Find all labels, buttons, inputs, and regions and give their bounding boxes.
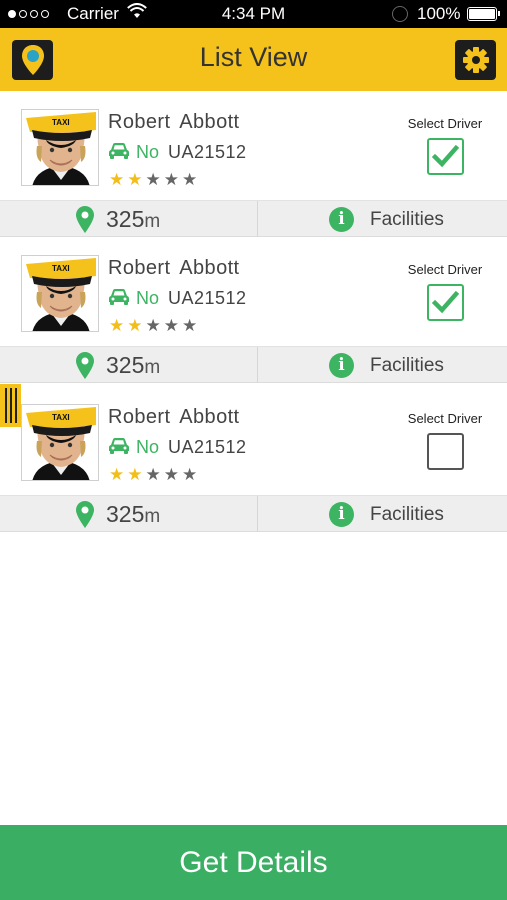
star-icon: ★ bbox=[127, 465, 143, 484]
page-title: List View bbox=[199, 42, 308, 72]
gear-icon bbox=[462, 47, 489, 73]
star-icon: ★ bbox=[145, 316, 161, 335]
distance-unit: m bbox=[144, 357, 161, 378]
checkmark-icon bbox=[432, 144, 459, 168]
select-driver-checkbox[interactable] bbox=[427, 433, 464, 470]
license-plate: UA21512 bbox=[168, 288, 247, 308]
driver-rating: ★ ★ ★ ★ ★ bbox=[109, 171, 197, 188]
distance-value: 325m bbox=[106, 501, 161, 527]
distance-unit: m bbox=[144, 211, 161, 232]
car-icon bbox=[108, 437, 130, 460]
driver-card: TAXI Robert Abbott No UA21512 ★ ★ ★ ★ ★ Sele… bbox=[0, 386, 507, 532]
orientation-lock-icon bbox=[392, 6, 408, 22]
select-driver-label: Select Driver bbox=[407, 116, 483, 131]
driver-photo: TAXI bbox=[21, 109, 99, 186]
battery-percent: 100% bbox=[417, 4, 461, 23]
info-icon[interactable]: i bbox=[329, 502, 354, 527]
star-icon: ★ bbox=[109, 465, 125, 484]
star-icon: ★ bbox=[163, 465, 179, 484]
location-pin-icon bbox=[76, 206, 94, 238]
get-details-button[interactable]: Get Details bbox=[0, 825, 507, 900]
driver-photo: TAXI bbox=[21, 404, 99, 481]
star-icon: ★ bbox=[182, 465, 198, 484]
facilities-link[interactable]: Facilities bbox=[370, 355, 444, 377]
divider bbox=[257, 201, 258, 237]
distance-unit: m bbox=[144, 506, 161, 527]
facilities-link[interactable]: Facilities bbox=[370, 504, 444, 526]
star-icon: ★ bbox=[163, 170, 179, 189]
star-icon: ★ bbox=[182, 170, 198, 189]
availability-status: No bbox=[136, 288, 160, 308]
star-icon: ★ bbox=[145, 465, 161, 484]
license-plate: UA21512 bbox=[168, 437, 247, 457]
star-icon: ★ bbox=[127, 316, 143, 335]
driver-name: Robert Abbott bbox=[108, 111, 240, 133]
info-icon[interactable]: i bbox=[329, 353, 354, 378]
star-icon: ★ bbox=[109, 170, 125, 189]
distance-value: 325m bbox=[106, 352, 161, 378]
license-plate: UA21512 bbox=[168, 142, 247, 162]
star-icon: ★ bbox=[163, 316, 179, 335]
star-icon: ★ bbox=[127, 170, 143, 189]
cap-label: TAXI bbox=[52, 118, 70, 127]
driver-photo: TAXI bbox=[21, 255, 99, 332]
location-pin-icon bbox=[76, 352, 94, 384]
select-driver-checkbox[interactable] bbox=[427, 138, 464, 175]
driver-card: TAXI Robert Abbott No UA21512 ★ ★ ★ ★ ★ Sele… bbox=[0, 91, 507, 237]
driver-info-bar: 325m i Facilities bbox=[0, 200, 507, 237]
driver-rating: ★ ★ ★ ★ ★ bbox=[109, 317, 197, 334]
distance-value: 325m bbox=[106, 206, 161, 232]
cap-label: TAXI bbox=[52, 264, 70, 273]
battery-icon bbox=[467, 7, 500, 21]
app-header: List View bbox=[0, 28, 507, 91]
select-driver-checkbox[interactable] bbox=[427, 284, 464, 321]
driver-card: TAXI Robert Abbott No UA21512 ★ ★ ★ ★ ★ Sele… bbox=[0, 237, 507, 383]
divider bbox=[257, 496, 258, 532]
checkmark-icon bbox=[432, 290, 459, 314]
facilities-link[interactable]: Facilities bbox=[370, 209, 444, 231]
driver-info-bar: 325m i Facilities bbox=[0, 495, 507, 532]
driver-name: Robert Abbott bbox=[108, 406, 240, 428]
status-bar: Carrier 4:34 PM 100% bbox=[0, 0, 507, 28]
car-icon bbox=[108, 288, 130, 311]
side-drag-handle[interactable] bbox=[0, 384, 21, 427]
driver-info-bar: 325m i Facilities bbox=[0, 346, 507, 383]
select-driver-label: Select Driver bbox=[407, 411, 483, 426]
star-icon: ★ bbox=[109, 316, 125, 335]
driver-name: Robert Abbott bbox=[108, 257, 240, 279]
divider bbox=[257, 347, 258, 383]
info-icon[interactable]: i bbox=[329, 207, 354, 232]
car-icon bbox=[108, 142, 130, 165]
star-icon: ★ bbox=[182, 316, 198, 335]
driver-rating: ★ ★ ★ ★ ★ bbox=[109, 466, 197, 483]
availability-status: No bbox=[136, 437, 160, 457]
availability-status: No bbox=[136, 142, 160, 162]
settings-button[interactable] bbox=[455, 40, 496, 80]
location-pin-icon bbox=[76, 501, 94, 533]
cap-label: TAXI bbox=[52, 413, 70, 422]
star-icon: ★ bbox=[145, 170, 161, 189]
select-driver-label: Select Driver bbox=[407, 262, 483, 277]
